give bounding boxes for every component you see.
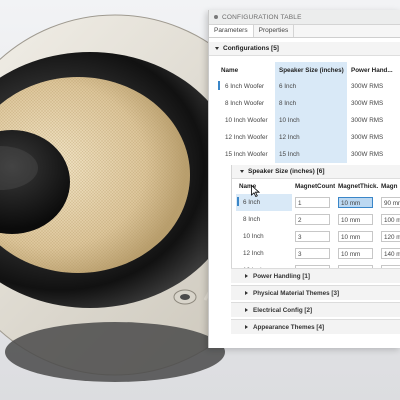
magnet-input[interactable]: 140 m (381, 248, 400, 259)
table-row[interactable]: 10 Inch 3 10 mm 120 m (236, 228, 400, 245)
expand-triangle-icon (245, 274, 248, 278)
magnet-cell: 90 mm (378, 194, 400, 211)
expand-triangle-icon (245, 325, 248, 329)
table-row[interactable]: 8 Inch Woofer 8 Inch 300W RMS P (217, 95, 400, 112)
section-title: Power Handling [1] (253, 272, 311, 280)
config-name-cell[interactable]: 8 Inch Woofer (217, 95, 275, 112)
size-name-cell[interactable]: 8 Inch (236, 211, 292, 228)
size-cell[interactable]: 10 Inch (275, 112, 347, 129)
magnet-count-cell: 3 (292, 245, 335, 262)
column-header-magnet-count[interactable]: MagnetCount (292, 179, 335, 194)
config-name: 6 Inch Woofer (225, 83, 265, 90)
speaker-size-section: Speaker Size (inches) [6] Name MagnetCou… (231, 165, 400, 279)
column-header-magnet[interactable]: Magn (378, 179, 400, 194)
section-title: Appearance Themes [4] (253, 323, 325, 331)
configurations-table: Name Speaker Size (inches) Power Hand...… (217, 62, 400, 163)
table-row[interactable]: 6 Inch Woofer 6 Inch 300W RMS P (217, 78, 400, 95)
power-handling-section-header[interactable]: Power Handling [1] (231, 268, 400, 283)
mouse-cursor-icon (251, 185, 260, 197)
size-name-cell[interactable]: 6 Inch (236, 194, 292, 211)
power-cell[interactable]: 300W RMS (347, 95, 397, 112)
config-name-cell[interactable]: 6 Inch Woofer (217, 78, 275, 95)
magnet-count-input[interactable]: 3 (295, 248, 331, 259)
table-row[interactable]: 12 Inch Woofer 12 Inch 300W RMS P (217, 129, 400, 146)
config-name-cell[interactable]: 10 Inch Woofer (217, 112, 275, 129)
magnet-thickness-input[interactable]: 10 mm (338, 214, 374, 225)
table-row[interactable]: 6 Inch 1 10 mm 90 mm (236, 194, 400, 211)
magnet-cell: 120 m (378, 228, 400, 245)
column-header-power-handling[interactable]: Power Hand... (347, 62, 397, 78)
column-header-name[interactable]: Name (236, 179, 292, 194)
magnet-input[interactable]: 100 m (381, 214, 400, 225)
size-cell[interactable]: 6 Inch (275, 78, 347, 95)
size-name: 6 Inch (243, 199, 261, 206)
size-name-cell[interactable]: 12 Inch (236, 245, 292, 262)
magnet-cell: 100 m (378, 211, 400, 228)
collapse-triangle-icon (215, 47, 219, 50)
speaker-size-section-title: Speaker Size (inches) [6] (248, 168, 325, 175)
magnet-count-input[interactable]: 1 (295, 197, 331, 208)
magnet-count-input[interactable]: 2 (295, 214, 331, 225)
magnet-thickness-cell: 10 mm (335, 194, 378, 211)
magnet-thickness-input[interactable]: 10 mm (338, 248, 374, 259)
column-header-name[interactable]: Name (217, 62, 275, 78)
config-name-cell[interactable]: 15 Inch Woofer (217, 146, 275, 163)
configuration-table-panel: CONFIGURATION TABLE Parameters Propertie… (208, 10, 400, 348)
size-cell[interactable]: 8 Inch (275, 95, 347, 112)
magnet-count-cell: 1 (292, 194, 335, 211)
panel-titlebar[interactable]: CONFIGURATION TABLE (209, 10, 400, 25)
section-title: Electrical Config [2] (253, 306, 313, 314)
table-row[interactable]: 15 Inch Woofer 15 Inch 300W RMS P (217, 146, 400, 163)
section-title: Physical Material Themes [3] (253, 289, 340, 297)
collapse-triangle-icon (240, 170, 244, 173)
size-name-cell[interactable]: 10 Inch (236, 228, 292, 245)
electrical-config-section-header[interactable]: Electrical Config [2] (231, 302, 400, 317)
row-indicator (218, 81, 220, 90)
speaker-size-table: Name MagnetCount MagnetThick... Magn 6 I… (236, 179, 400, 279)
magnet-input[interactable]: 90 mm (381, 197, 400, 208)
config-name-cell[interactable]: 12 Inch Woofer (217, 129, 275, 146)
magnet-thickness-cell: 10 mm (335, 245, 378, 262)
magnet-thickness-input[interactable]: 10 mm (338, 231, 374, 242)
power-cell[interactable]: 300W RMS (347, 129, 397, 146)
configurations-section-header[interactable]: Configurations [5] (209, 42, 400, 56)
magnet-thickness-cell: 10 mm (335, 228, 378, 245)
size-cell[interactable]: 12 Inch (275, 129, 347, 146)
configurations-section-title: Configurations [5] (223, 45, 279, 52)
column-header-magnet-thickness[interactable]: MagnetThick... (335, 179, 378, 194)
table-row[interactable]: 10 Inch Woofer 10 Inch 300W RMS P (217, 112, 400, 129)
power-cell[interactable]: 300W RMS (347, 78, 397, 95)
magnet-cell: 140 m (378, 245, 400, 262)
row-indicator (237, 197, 239, 206)
drag-handle-icon[interactable] (214, 15, 218, 19)
tab-properties[interactable]: Properties (254, 25, 295, 37)
table-row[interactable]: 12 Inch 3 10 mm 140 m (236, 245, 400, 262)
table-row[interactable]: 8 Inch 2 10 mm 100 m (236, 211, 400, 228)
expand-triangle-icon (245, 308, 248, 312)
physical-material-themes-section-header[interactable]: Physical Material Themes [3] (231, 285, 400, 300)
magnet-thickness-input[interactable]: 10 mm (338, 197, 374, 208)
magnet-count-cell: 2 (292, 211, 335, 228)
power-cell[interactable]: 300W RMS (347, 112, 397, 129)
expand-triangle-icon (245, 291, 248, 295)
speaker-size-section-header[interactable]: Speaker Size (inches) [6] (232, 165, 400, 179)
magnet-count-cell: 3 (292, 228, 335, 245)
magnet-input[interactable]: 120 m (381, 231, 400, 242)
magnet-thickness-cell: 10 mm (335, 211, 378, 228)
power-cell[interactable]: 300W RMS (347, 146, 397, 163)
panel-title: CONFIGURATION TABLE (222, 13, 302, 21)
panel-tabs: Parameters Properties (209, 25, 400, 38)
tab-parameters[interactable]: Parameters (209, 25, 254, 37)
size-cell[interactable]: 15 Inch (275, 146, 347, 163)
appearance-themes-section-header[interactable]: Appearance Themes [4] (231, 319, 400, 334)
magnet-count-input[interactable]: 3 (295, 231, 331, 242)
column-header-speaker-size[interactable]: Speaker Size (inches) (275, 62, 347, 78)
